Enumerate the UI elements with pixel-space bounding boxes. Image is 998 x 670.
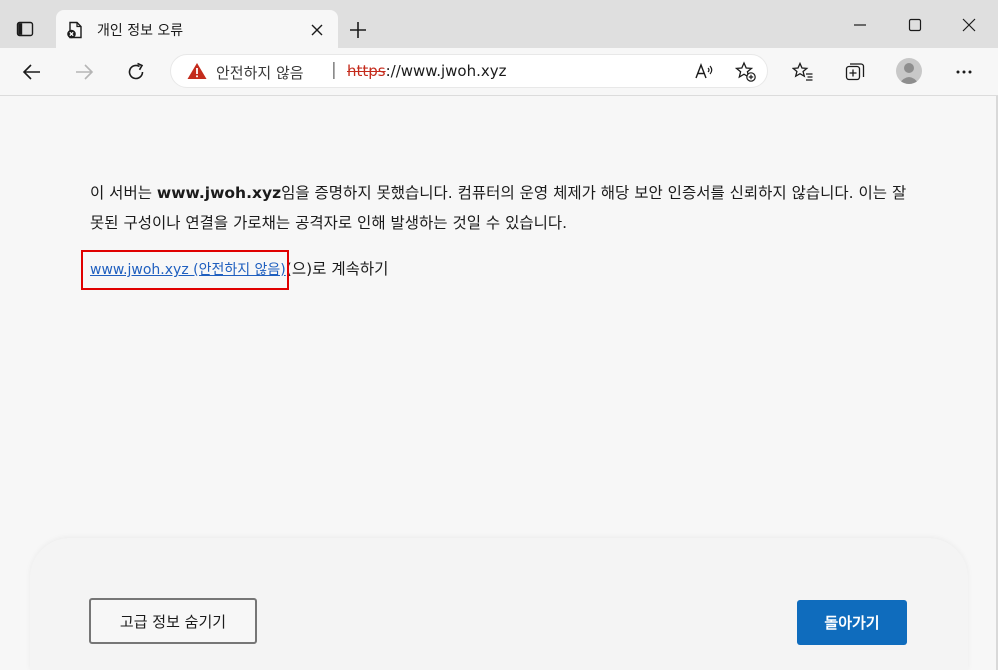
error-message: 이 서버는 www.jwoh.xyz임을 증명하지 못했습니다. 컴퓨터의 운영… — [90, 178, 920, 238]
hide-advanced-button[interactable]: 고급 정보 숨기기 — [89, 598, 257, 644]
back-button[interactable] — [18, 58, 46, 86]
error-page-icon — [67, 21, 82, 39]
forward-button[interactable] — [70, 58, 98, 86]
address-bar[interactable]: 안전하지 않음 | https://www.jwoh.xyz — [170, 54, 768, 88]
url-text[interactable]: https://www.jwoh.xyz — [347, 62, 506, 80]
minimize-icon — [854, 24, 866, 26]
warning-triangle-icon[interactable] — [187, 62, 207, 80]
tab-close-button[interactable] — [308, 21, 326, 39]
tab-actions-button[interactable] — [12, 16, 38, 42]
tab-title: 개인 정보 오류 — [97, 23, 184, 39]
plus-icon — [350, 22, 366, 38]
window-close-icon — [962, 18, 976, 32]
highlight-box — [81, 250, 289, 290]
profile-button[interactable] — [896, 58, 922, 84]
url-host: ://www.jwoh.xyz — [385, 62, 507, 80]
back-arrow-icon — [22, 64, 40, 80]
favorites-button[interactable] — [789, 58, 817, 86]
continue-suffix: (으)로 계속하기 — [285, 260, 389, 278]
address-separator: | — [331, 60, 337, 80]
refresh-icon — [128, 62, 144, 80]
tab-actions-icon — [16, 21, 34, 37]
url-scheme: https — [347, 62, 386, 80]
favorites-icon — [792, 61, 813, 81]
message-text-start: 이 서버는 — [90, 184, 157, 202]
forward-arrow-icon — [76, 64, 94, 80]
maximize-icon — [908, 18, 922, 32]
read-aloud-icon[interactable] — [693, 61, 715, 83]
security-status-label[interactable]: 안전하지 않음 — [216, 62, 304, 83]
minimize-button[interactable] — [844, 10, 876, 40]
collections-icon — [845, 63, 865, 81]
add-favorite-icon[interactable] — [735, 61, 757, 83]
more-options-icon — [956, 70, 972, 74]
go-back-button[interactable]: 돌아가기 — [797, 600, 907, 645]
more-options-button[interactable] — [950, 58, 978, 86]
refresh-button[interactable] — [122, 58, 150, 86]
new-tab-button[interactable] — [346, 18, 370, 42]
navigation-toolbar: 안전하지 않음 | https://www.jwoh.xyz — [0, 48, 998, 96]
error-page-content: 이 서버는 www.jwoh.xyz임을 증명하지 못했습니다. 컴퓨터의 운영… — [0, 96, 998, 670]
profile-avatar-icon — [899, 63, 919, 84]
tab-active[interactable]: 개인 정보 오류 — [56, 10, 338, 48]
tab-bar: 개인 정보 오류 — [0, 0, 998, 48]
close-icon — [311, 24, 323, 36]
collections-button[interactable] — [841, 58, 869, 86]
maximize-button[interactable] — [899, 10, 931, 40]
message-domain: www.jwoh.xyz — [156, 184, 282, 202]
window-close-button[interactable] — [953, 10, 985, 40]
